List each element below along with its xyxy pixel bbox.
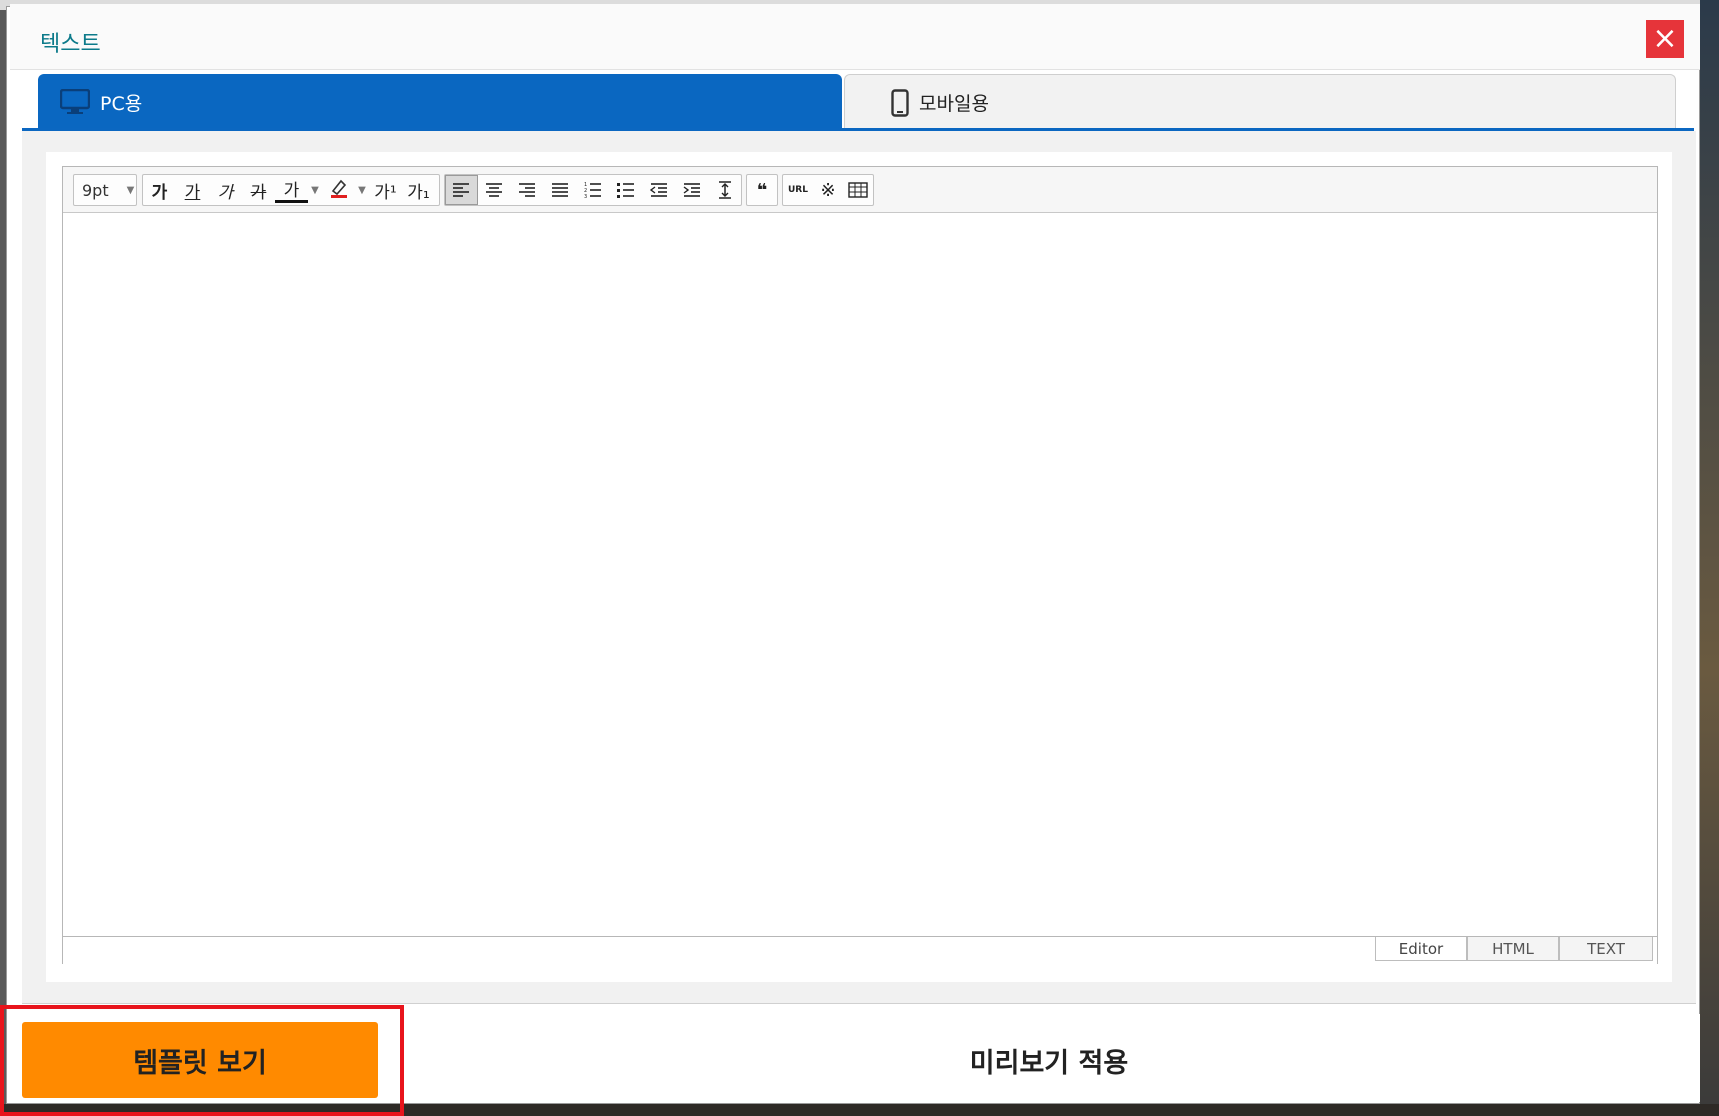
- font-color-button[interactable]: 가: [275, 177, 308, 203]
- table-icon: [848, 182, 868, 198]
- blockquote-button[interactable]: ❝: [747, 175, 777, 205]
- font-color-dropdown-icon[interactable]: ▼: [308, 185, 322, 196]
- quote-group: ❝: [746, 174, 778, 206]
- align-right-icon: [519, 183, 536, 197]
- url-button[interactable]: URL: [783, 175, 813, 205]
- rich-text-editor: 9pt ▼ 가 가 가 가 가 ▼ ▼ 가¹ 가₁ 1 2 3 ❝ URL ※ …: [62, 166, 1658, 964]
- dialog-header: 텍스트 ×: [10, 4, 1700, 70]
- tab-pc-label: PC용: [100, 92, 143, 115]
- mobile-icon: [891, 88, 909, 117]
- align-justify-icon: [552, 183, 569, 197]
- subscript-button[interactable]: 가₁: [402, 175, 435, 205]
- indent-icon: [683, 183, 700, 197]
- tab-mobile[interactable]: 모바일용: [844, 74, 1676, 130]
- italic-button[interactable]: 가: [209, 175, 242, 205]
- insert-group: URL ※: [782, 174, 874, 206]
- editor-toolbar: 9pt ▼ 가 가 가 가 가 ▼ ▼ 가¹ 가₁ 1 2 3 ❝ URL ※: [63, 167, 1657, 213]
- editor-content-area[interactable]: [63, 213, 1657, 935]
- font-size-value: 9pt: [82, 180, 109, 200]
- highlight-dropdown-icon[interactable]: ▼: [355, 185, 369, 196]
- align-center-icon: [486, 183, 503, 197]
- superscript-button[interactable]: 가¹: [369, 175, 402, 205]
- background-page-edge: [1700, 0, 1719, 1116]
- table-button[interactable]: [843, 175, 873, 205]
- bold-button[interactable]: 가: [143, 175, 176, 205]
- font-size-select[interactable]: 9pt ▼: [73, 174, 137, 206]
- highlight-color-button[interactable]: [322, 175, 355, 205]
- background-page-bottom: [0, 1104, 1719, 1116]
- bullet-list-icon: [616, 183, 634, 198]
- device-tabs: PC용 모바일용: [22, 74, 1694, 130]
- align-justify-button[interactable]: [544, 175, 577, 205]
- mode-tab-text[interactable]: TEXT: [1559, 937, 1653, 961]
- align-left-icon: [453, 183, 470, 197]
- dialog-title: 텍스트: [40, 32, 101, 57]
- svg-text:3: 3: [584, 194, 587, 199]
- tab-pc[interactable]: PC용: [38, 74, 842, 130]
- special-char-button[interactable]: ※: [813, 175, 843, 205]
- outdent-icon: [649, 183, 667, 197]
- align-left-button[interactable]: [445, 175, 478, 205]
- mode-tab-editor[interactable]: Editor: [1375, 937, 1467, 961]
- strikethrough-button[interactable]: 가: [242, 175, 275, 205]
- apply-preview-button[interactable]: 미리보기 적용: [404, 1020, 1694, 1100]
- paragraph-group: 123: [444, 174, 742, 206]
- highlighter-icon: [329, 178, 349, 203]
- line-height-icon: [718, 181, 731, 199]
- chevron-down-icon: ▼: [126, 184, 135, 196]
- tab-mobile-label: 모바일용: [919, 93, 989, 115]
- align-right-button[interactable]: [511, 175, 544, 205]
- align-center-button[interactable]: [478, 175, 511, 205]
- ordered-list-icon: 123: [584, 182, 601, 199]
- bullet-list-button[interactable]: [609, 175, 642, 205]
- text-style-group: 가 가 가 가 가 ▼ ▼ 가¹ 가₁: [142, 174, 440, 206]
- indent-button[interactable]: [675, 175, 708, 205]
- monitor-icon: [60, 89, 90, 115]
- mode-tab-html[interactable]: HTML: [1467, 937, 1559, 961]
- underline-button[interactable]: 가: [176, 175, 209, 205]
- outdent-button[interactable]: [642, 175, 675, 205]
- close-button[interactable]: ×: [1646, 20, 1684, 58]
- ordered-list-button[interactable]: 123: [577, 175, 610, 205]
- line-height-button[interactable]: [708, 175, 741, 205]
- view-template-button[interactable]: 템플릿 보기: [22, 1022, 378, 1098]
- editor-mode-bar: Editor HTML TEXT: [63, 936, 1657, 964]
